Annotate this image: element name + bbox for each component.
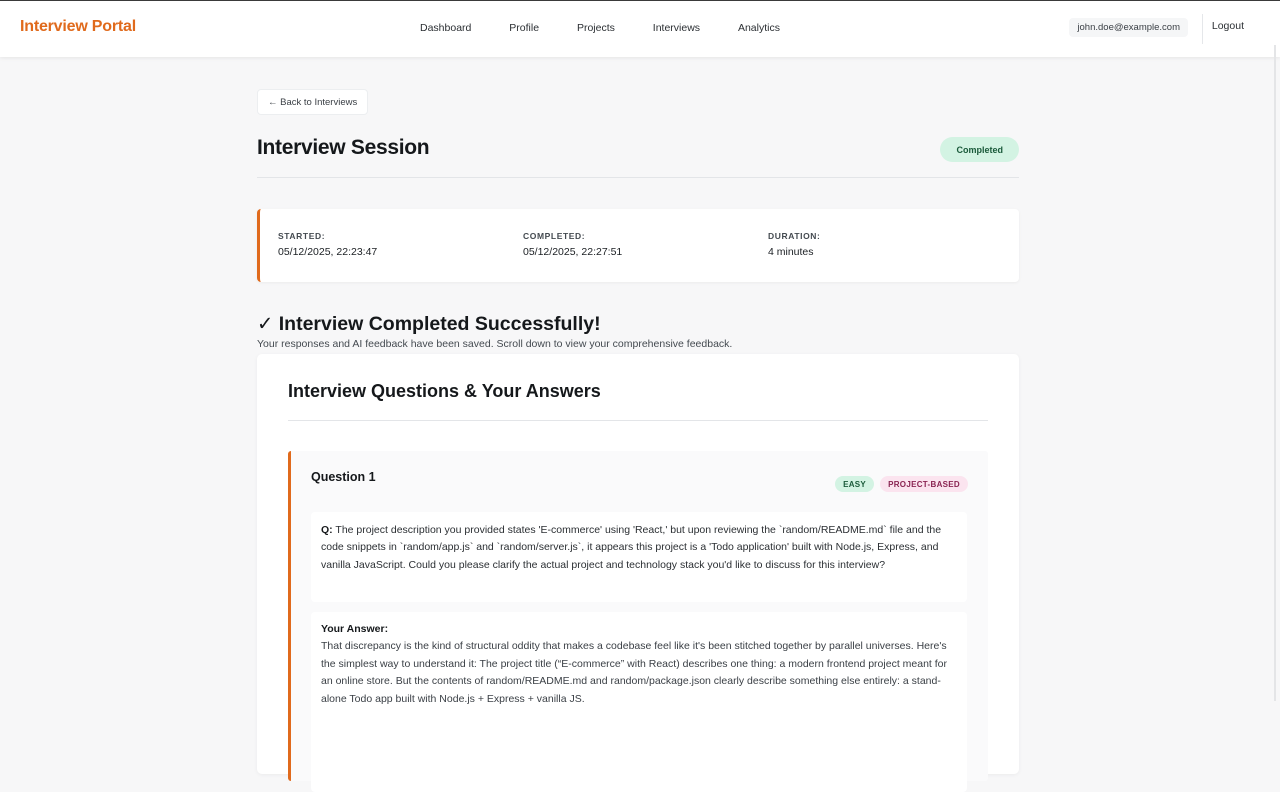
session-meta-card: STARTED: 05/12/2025, 22:23:47 COMPLETED:…: [257, 209, 1019, 282]
meta-completed-value: 05/12/2025, 22:27:51: [523, 246, 623, 258]
question-tags: EASY PROJECT-BASED: [835, 476, 968, 492]
question-text-box: Q: The project description you provided …: [311, 512, 967, 602]
nav-links: Dashboard Profile Projects Interviews An…: [420, 20, 780, 36]
qa-heading: Interview Questions & Your Answers: [288, 381, 601, 401]
page-title: Interview Session: [257, 136, 430, 159]
answer-text: That discrepancy is the kind of structur…: [321, 640, 948, 705]
question-text: The project description you provided sta…: [321, 524, 942, 571]
meta-started-value: 05/12/2025, 22:23:47: [278, 246, 378, 258]
difficulty-tag: EASY: [835, 476, 875, 492]
answer-box: Your Answer: That discrepancy is the kin…: [311, 612, 967, 792]
logout-button[interactable]: Logout: [1212, 20, 1244, 32]
answer-label: Your Answer:: [321, 623, 389, 635]
question-prefix: Q:: [321, 524, 333, 536]
meta-duration-value: 4 minutes: [768, 246, 814, 258]
status-badge: Completed: [940, 137, 1019, 162]
success-title: ✓ Interview Completed Successfully!: [257, 313, 601, 335]
meta-duration-label: DURATION:: [768, 231, 821, 241]
meta-started-label: STARTED:: [278, 231, 326, 241]
meta-started: STARTED: 05/12/2025, 22:23:47: [278, 231, 377, 258]
nav-link-profile[interactable]: Profile: [509, 20, 539, 36]
user-email: john.doe@example.com: [1069, 18, 1188, 37]
scrollbar[interactable]: [1274, 45, 1276, 701]
category-tag: PROJECT-BASED: [880, 476, 968, 492]
qa-card: Interview Questions & Your Answers Quest…: [257, 354, 1019, 792]
nav-divider: [1202, 14, 1203, 44]
question-title: Question 1: [311, 470, 376, 484]
meta-completed: COMPLETED: 05/12/2025, 22:27:51: [523, 231, 622, 258]
nav-link-analytics[interactable]: Analytics: [738, 20, 780, 36]
title-divider: [257, 177, 1019, 178]
nav-link-projects[interactable]: Projects: [577, 20, 615, 36]
navbar: Interview Portal Dashboard Profile Proje…: [0, 0, 1280, 57]
meta-completed-label: COMPLETED:: [523, 231, 586, 241]
back-to-interviews-button[interactable]: ← Back to Interviews: [257, 89, 369, 115]
success-subtitle: Your responses and AI feedback have been…: [257, 338, 733, 350]
meta-duration: DURATION: 4 minutes: [768, 231, 820, 258]
brand-logo[interactable]: Interview Portal: [20, 18, 136, 36]
question-block: Question 1 EASY PROJECT-BASED Q: The pro…: [288, 451, 988, 792]
nav-link-interviews[interactable]: Interviews: [653, 20, 700, 36]
nav-link-dashboard[interactable]: Dashboard: [420, 20, 471, 36]
qa-divider: [288, 420, 988, 421]
